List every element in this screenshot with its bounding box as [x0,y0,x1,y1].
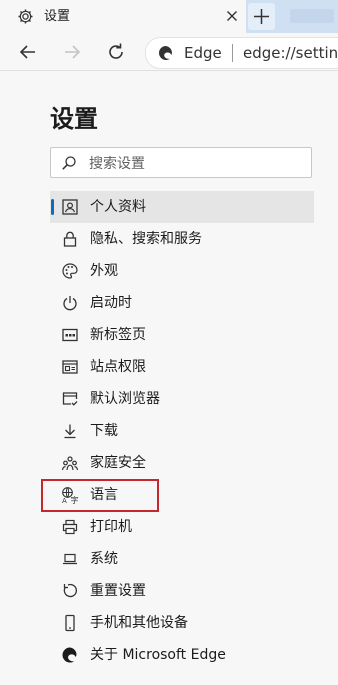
nav-item-phone-devices[interactable]: 手机和其他设备 [50,607,314,639]
gear-icon [17,8,34,25]
address-brand: Edge [184,44,222,62]
new-tab-icon [61,326,79,344]
system-icon [61,550,79,568]
nav-item-appearance[interactable]: 外观 [50,255,314,287]
refresh-icon[interactable] [104,40,128,64]
nav-item-on-startup[interactable]: 启动时 [50,287,314,319]
site-permissions-icon [61,358,79,376]
power-icon [61,294,79,312]
page-title: 设置 [50,105,98,133]
nav-item-label: 系统 [90,551,118,567]
nav-item-label: 新标签页 [90,327,146,343]
nav-item-label: 手机和其他设备 [90,615,188,631]
language-icon: 字A [61,486,79,504]
nav-item-family-safety[interactable]: 家庭安全 [50,447,314,479]
phone-icon [61,614,79,632]
nav-item-label: 默认浏览器 [90,391,160,407]
svg-text:字: 字 [71,495,79,504]
nav-item-system[interactable]: 系统 [50,543,314,575]
nav-item-default-browser[interactable]: 默认浏览器 [50,383,314,415]
profile-icon [61,198,79,216]
blurred-tab [290,9,334,23]
nav-item-printers[interactable]: 打印机 [50,511,314,543]
search-icon [61,155,77,171]
nav-item-languages[interactable]: 字A 语言 [50,479,314,511]
nav-item-site-permissions[interactable]: 站点权限 [50,351,314,383]
new-tab-button[interactable] [248,3,275,30]
nav-item-label: 启动时 [90,295,132,311]
edge-logo-icon [61,646,79,664]
nav-item-label: 打印机 [90,519,132,535]
printer-icon [61,518,79,536]
reset-icon [61,582,79,600]
address-url[interactable]: edge://settings [243,44,338,62]
nav-item-label: 语言 [90,487,118,503]
nav-item-label: 重置设置 [90,583,146,599]
back-arrow-icon[interactable] [16,40,40,64]
default-browser-icon [61,390,79,408]
nav-item-privacy[interactable]: 隐私、搜索和服务 [50,223,314,255]
nav-item-new-tab[interactable]: 新标签页 [50,319,314,351]
nav-item-downloads[interactable]: 下载 [50,415,314,447]
nav-item-label: 关于 Microsoft Edge [90,647,226,663]
nav-item-label: 外观 [90,263,118,279]
family-icon [61,454,79,472]
lock-icon [61,230,79,248]
tab-strip: 设置 [0,0,338,33]
nav-item-label: 隐私、搜索和服务 [90,231,202,247]
nav-item-label: 个人资料 [90,199,146,215]
edge-logo-icon [158,45,174,61]
toolbar: Edge edge://settings [0,33,338,71]
palette-icon [61,262,79,280]
nav-item-label: 家庭安全 [90,455,146,471]
search-box[interactable] [50,147,312,178]
nav-item-label: 下载 [90,423,118,439]
nav-item-label: 站点权限 [90,359,146,375]
search-input[interactable] [87,152,311,176]
settings-nav: 个人资料 隐私、搜索和服务 外观 启动时 新标签页 站点权限 默认浏览器 下载 … [50,191,314,671]
close-icon[interactable] [224,8,240,24]
tab-settings[interactable]: 设置 [0,0,246,33]
address-bar[interactable]: Edge edge://settings [145,37,338,69]
svg-text:A: A [62,497,67,504]
nav-item-profile[interactable]: 个人资料 [50,191,314,223]
download-icon [61,422,79,440]
nav-item-about-edge[interactable]: 关于 Microsoft Edge [50,639,314,671]
forward-arrow-icon[interactable] [60,40,84,64]
address-separator [232,44,233,62]
tab-title: 设置 [44,9,71,24]
nav-item-reset-settings[interactable]: 重置设置 [50,575,314,607]
